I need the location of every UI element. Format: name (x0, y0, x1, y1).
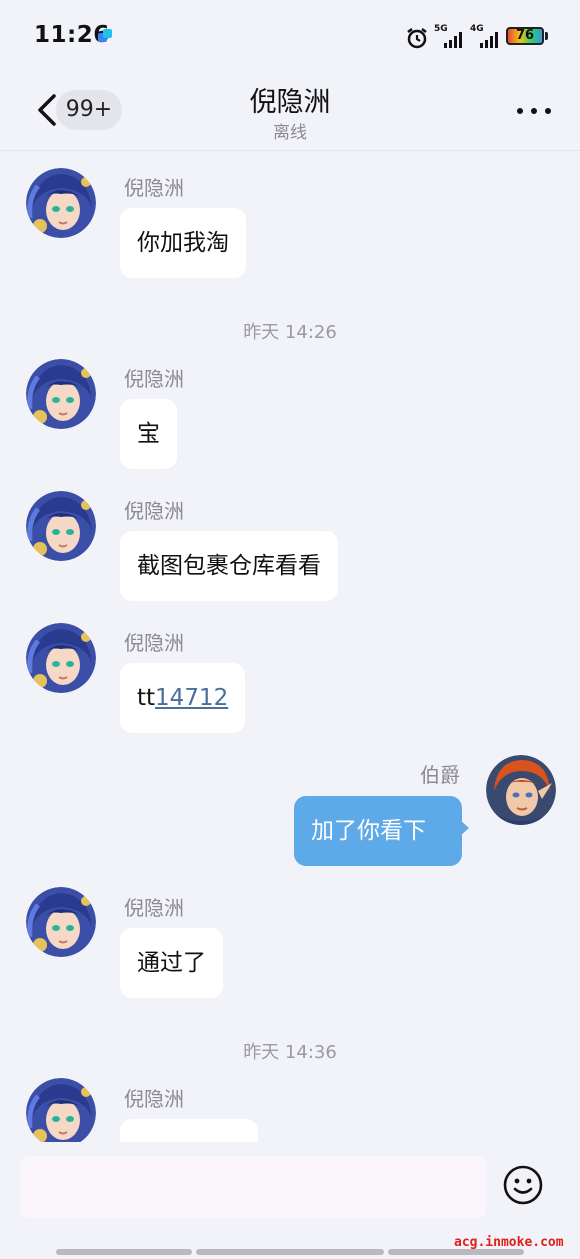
bubble-tail (460, 820, 469, 836)
sender-name: 倪隐洲 (124, 896, 184, 920)
message-bubble[interactable]: 截图包裹仓库看看 (120, 531, 338, 601)
contact-avatar[interactable] (26, 623, 96, 693)
sender-name: 倪隐洲 (124, 367, 184, 391)
message-input[interactable] (20, 1156, 486, 1218)
message-text: tt (137, 685, 156, 711)
gesture-bar (196, 1249, 384, 1255)
message-text: 加了你看下 (311, 818, 426, 844)
signal-5g-icon: 5G (434, 24, 468, 48)
message-link[interactable]: 14712 (155, 685, 228, 711)
sender-name: 倪隐洲 (124, 1087, 184, 1111)
sender-name: 倪隐洲 (124, 499, 184, 523)
message-bubble[interactable]: tt14712 (120, 663, 246, 733)
contact-status: 离线 (273, 123, 307, 143)
contact-avatar[interactable] (26, 1078, 96, 1148)
message-bubble[interactable]: 你加我淘 (120, 208, 246, 278)
contact-avatar[interactable] (26, 168, 96, 238)
chat-title: 倪隐洲 (249, 87, 331, 118)
contact-avatar[interactable] (26, 359, 96, 429)
message-timestamp: 昨天 14:26 (243, 322, 337, 343)
gesture-bar (56, 1249, 192, 1255)
app-notification-icon (98, 29, 112, 42)
signal-4g-icon: 4G (470, 24, 504, 48)
message-timestamp: 昨天 14:36 (243, 1042, 337, 1063)
message-bubble-self[interactable]: 加了你看下 (294, 796, 469, 866)
sender-name: 倪隐洲 (124, 631, 184, 655)
battery-tip (545, 32, 548, 40)
sender-name-self: 伯爵 (420, 763, 460, 787)
message-bubble[interactable]: 宝 (120, 399, 177, 469)
self-avatar[interactable] (486, 755, 556, 825)
message-bubble[interactable]: 通过了 (120, 928, 223, 998)
battery-level: 76 (515, 28, 535, 43)
status-bar: 11:26 5G 4G 76 (0, 0, 580, 74)
chat-header: 99+ 倪隐洲 离线 (0, 74, 580, 151)
watermark: acg.inmoke.com (454, 1235, 564, 1250)
alarm-clock-icon (407, 28, 427, 49)
emoji-icon[interactable] (502, 1164, 544, 1206)
contact-avatar[interactable] (26, 887, 96, 957)
sender-name: 倪隐洲 (124, 176, 184, 200)
input-bar: acg.inmoke.com (0, 1142, 580, 1259)
battery-icon: 76 (506, 27, 544, 45)
contact-avatar[interactable] (26, 491, 96, 561)
more-options-icon[interactable] (514, 104, 554, 118)
